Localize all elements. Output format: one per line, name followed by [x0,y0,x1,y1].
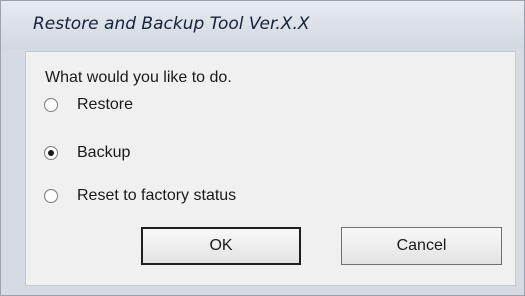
radio-option-restore[interactable]: Restore [44,93,133,117]
radio-dot [48,150,54,156]
radio-option-reset[interactable]: Reset to factory status [44,184,236,208]
reset-label[interactable]: Reset to factory status [77,187,236,205]
dialog-body: What would you like to do. Restore Backu… [25,51,516,286]
prompt-text: What would you like to do. [45,69,232,86]
dialog-window: Restore and Backup Tool Ver.X.X What wou… [0,0,525,296]
title-bar[interactable]: Restore and Backup Tool Ver.X.X [1,1,524,49]
restore-radio-button[interactable] [44,98,58,112]
window-title: Restore and Backup Tool Ver.X.X [33,14,310,34]
restore-label[interactable]: Restore [77,96,133,114]
reset-radio-button[interactable] [44,189,58,203]
ok-button[interactable]: OK [141,227,301,265]
backup-radio-button[interactable] [44,146,58,160]
cancel-button[interactable]: Cancel [341,227,502,265]
backup-label[interactable]: Backup [77,144,130,162]
radio-option-backup[interactable]: Backup [44,141,130,165]
